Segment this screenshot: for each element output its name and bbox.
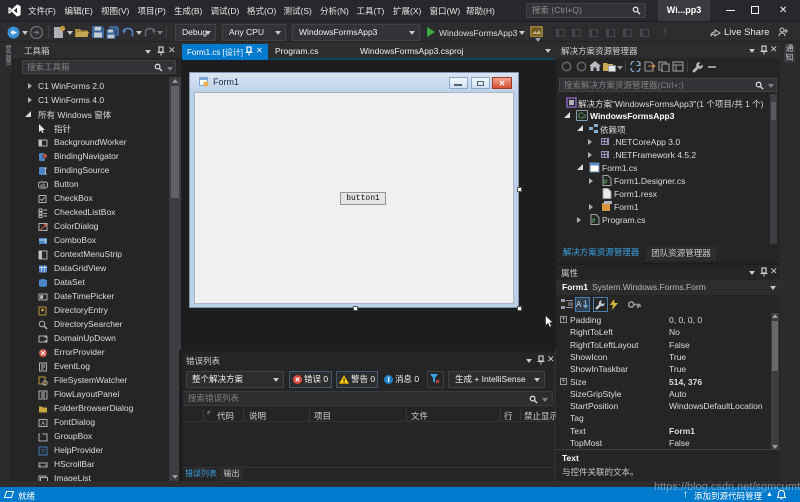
svg-text:#: #: [604, 179, 608, 186]
svg-text:ab: ab: [40, 183, 46, 189]
svg-text:?: ?: [41, 449, 45, 456]
svg-text:#: #: [583, 115, 587, 121]
svg-text:A: A: [576, 300, 582, 309]
svg-text:#: #: [592, 218, 596, 225]
svg-text:A: A: [41, 421, 45, 427]
